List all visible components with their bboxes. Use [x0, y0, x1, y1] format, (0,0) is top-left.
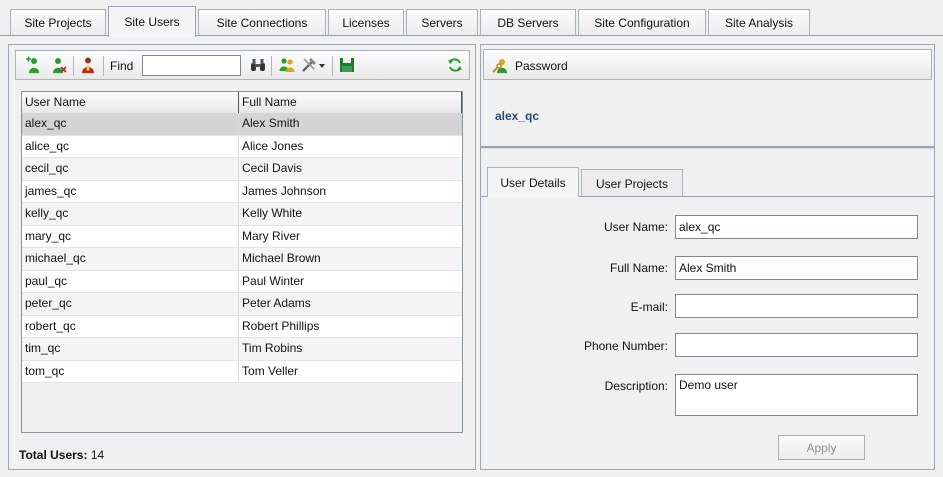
save-icon[interactable] — [338, 56, 356, 74]
email-field[interactable] — [675, 294, 918, 318]
grid-header: User Name Full Name — [22, 92, 462, 113]
cell-full-name: Mary River — [242, 228, 301, 243]
toolbar-separator — [332, 56, 333, 76]
column-header-full-name[interactable]: Full Name — [239, 92, 462, 113]
cell-user-name: robert_qc — [22, 315, 240, 337]
table-row[interactable]: paul_qc Paul Winter — [22, 270, 462, 293]
cell-user-name: alice_qc — [22, 135, 240, 157]
full-name-label: Full Name: — [609, 261, 668, 275]
toolbar-separator — [103, 56, 104, 76]
tab-user-details[interactable]: User Details — [487, 167, 579, 197]
apply-button[interactable]: Apply — [778, 435, 865, 460]
user-details-panel: Password alex_qc User Details User Proje… — [480, 44, 935, 470]
table-row[interactable]: robert_qc Robert Phillips — [22, 315, 462, 338]
users-toolbar: Find — [15, 50, 470, 80]
selected-user-name: alex_qc — [495, 109, 540, 123]
table-row[interactable]: tom_qc Tom Veller — [22, 360, 462, 383]
table-row[interactable]: mary_qc Mary River — [22, 225, 462, 248]
tab-db-servers[interactable]: DB Servers — [480, 9, 576, 36]
tab-site-users[interactable]: Site Users — [108, 6, 196, 37]
email-label: E-mail: — [630, 300, 668, 314]
dropdown-arrow-icon[interactable] — [318, 62, 326, 70]
total-users: Total Users: 14 — [19, 448, 104, 462]
users-grid: User Name Full Name alex_qc Alex Smith al… — [21, 91, 463, 433]
cell-user-name: peter_qc — [22, 293, 240, 315]
column-header-user-name[interactable]: User Name — [22, 92, 240, 113]
cell-user-name: paul_qc — [22, 270, 240, 292]
cell-full-name: Alice Jones — [242, 138, 304, 153]
user-name-field[interactable] — [675, 215, 918, 239]
phone-number-label: Phone Number: — [583, 339, 668, 353]
description-label: Description: — [604, 379, 668, 393]
main-tab-bar: Site Projects Site Users Site Connection… — [0, 0, 943, 37]
add-user-icon[interactable] — [24, 56, 42, 74]
password-label: Password — [515, 59, 568, 73]
table-row[interactable]: james_qc James Johnson — [22, 180, 462, 203]
user-name-label: User Name: — [603, 220, 668, 234]
details-toolbar: Password — [483, 49, 932, 80]
cell-user-name: cecil_qc — [22, 158, 240, 180]
tab-site-analysis[interactable]: Site Analysis — [708, 9, 810, 36]
description-field[interactable]: Demo user — [675, 374, 918, 416]
refresh-icon[interactable] — [446, 56, 464, 74]
find-label: Find — [110, 59, 134, 73]
tab-servers[interactable]: Servers — [406, 9, 478, 36]
find-input[interactable] — [142, 55, 241, 76]
table-row[interactable]: michael_qc Michael Brown — [22, 248, 462, 271]
find-binoculars-icon[interactable] — [249, 56, 267, 74]
cell-full-name: Tim Robins — [242, 341, 303, 355]
table-row[interactable]: cecil_qc Cecil Davis — [22, 158, 462, 181]
cell-full-name: Kelly White — [242, 206, 303, 220]
tab-site-configuration[interactable]: Site Configuration — [578, 9, 706, 36]
table-row[interactable]: peter_qc Peter Adams — [22, 293, 462, 316]
full-name-field[interactable] — [675, 256, 918, 280]
cell-full-name: Tom Veller — [242, 363, 299, 378]
users-list-panel: Find User Name Full Name alex_qc Alex Sm… — [8, 44, 476, 470]
cell-user-name: alex_qc — [22, 113, 240, 135]
total-users-label: Total Users: — [19, 448, 88, 462]
users-group-icon[interactable] — [278, 56, 296, 74]
tab-site-connections[interactable]: Site Connections — [198, 9, 326, 36]
table-row[interactable]: alex_qc Alex Smith — [22, 113, 462, 136]
cell-user-name: tim_qc — [22, 338, 240, 360]
cell-user-name: james_qc — [22, 180, 240, 202]
cell-user-name: mary_qc — [22, 225, 240, 247]
toolbar-separator — [73, 56, 74, 76]
table-row[interactable]: kelly_qc Kelly White — [22, 203, 462, 226]
delete-user-icon[interactable] — [50, 56, 68, 74]
tab-site-projects[interactable]: Site Projects — [10, 9, 106, 36]
cell-full-name: James Johnson — [242, 183, 327, 198]
cell-full-name: Peter Adams — [242, 296, 311, 310]
cell-full-name: Robert Phillips — [242, 318, 320, 333]
user-properties-icon[interactable] — [79, 56, 97, 74]
cell-user-name: tom_qc — [22, 360, 240, 382]
tab-licenses[interactable]: Licenses — [328, 9, 404, 36]
header-divider-highlight — [481, 148, 934, 149]
tab-user-projects[interactable]: User Projects — [581, 169, 683, 197]
cell-user-name: michael_qc — [22, 248, 240, 270]
cell-full-name: Paul Winter — [242, 273, 305, 288]
table-row[interactable]: alice_qc Alice Jones — [22, 135, 462, 158]
password-icon — [492, 57, 510, 75]
cell-full-name: Alex Smith — [242, 116, 300, 130]
cell-user-name: kelly_qc — [22, 203, 240, 225]
cell-full-name: Michael Brown — [242, 251, 321, 265]
total-users-count: 14 — [90, 448, 105, 462]
phone-number-field[interactable] — [675, 333, 918, 357]
table-row[interactable]: tim_qc Tim Robins — [22, 338, 462, 361]
toolbar-separator — [271, 56, 272, 76]
cell-full-name: Cecil Davis — [242, 161, 303, 175]
tools-icon[interactable] — [300, 56, 318, 74]
password-button[interactable]: Password — [492, 57, 568, 75]
